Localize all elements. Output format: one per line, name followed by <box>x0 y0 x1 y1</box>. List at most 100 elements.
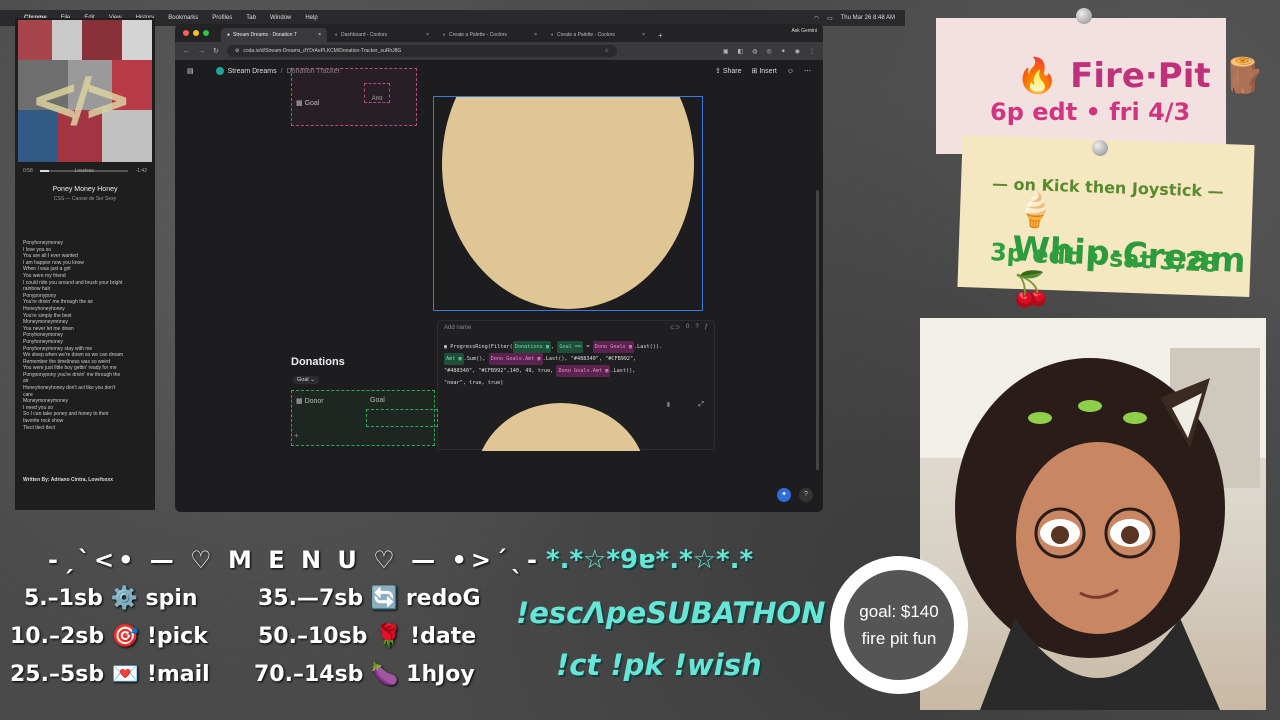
share-label: Share <box>722 68 742 75</box>
tab-label: Stream Dreams · Donation T <box>233 32 297 38</box>
menu-bookmarks[interactable]: Bookmarks <box>168 15 198 21</box>
formula-text: .Last(), "#488340", "#CFB992", <box>542 356 637 362</box>
url-bar[interactable]: ⚙ coda.io/d/Stream-Dreams_dYDrAePLKCM/Do… <box>226 45 617 57</box>
new-tab-button[interactable]: + <box>653 28 668 42</box>
url-text: coda.io/d/Stream-Dreams_dYDrAePLKCM/Dona… <box>243 48 402 54</box>
window-controls <box>183 30 209 36</box>
lyric-line: Ponyponypony you're drivin' me through t… <box>23 371 121 378</box>
help-button[interactable]: ? <box>799 488 813 502</box>
tab-dashboard-coolors[interactable]: ◐ Dashboard - Coolors × <box>329 28 435 42</box>
formula-text: = <box>583 344 593 350</box>
expand-icon[interactable]: ⤢ <box>698 401 704 409</box>
song-artist: CSS — Cansei de Ser Sexy <box>53 196 117 202</box>
lyric-line: When I was just a girl <box>23 266 71 273</box>
share-button[interactable]: ⇪ Share <box>715 67 742 75</box>
scroll-handle-icon[interactable]: ▮ <box>667 401 670 408</box>
menu-tab[interactable]: Tab <box>246 15 256 21</box>
donations-card-layout[interactable]: ▦ Donor Goal + <box>291 390 438 446</box>
site-info-icon[interactable]: ⚙ <box>235 48 239 54</box>
forward-icon[interactable]: → <box>198 48 205 55</box>
preview-ring <box>476 403 646 451</box>
reload-icon[interactable]: ↻ <box>213 47 219 55</box>
lyric-line: Ponyhoneymoney <box>23 338 64 345</box>
sidebar-toggle-icon[interactable]: ▤ <box>187 67 194 75</box>
album-art: </> <box>18 20 152 162</box>
lyric-line: I am happier now you know <box>23 259 84 266</box>
extension-icons: ▣ ◧ ◍ ◎ ✦ ◉ ⋮ <box>723 48 815 55</box>
formula-editor[interactable]: Add name ⊂⊃ 0 ? ƒ ▣ ProgressRing(Filter(… <box>437 320 715 451</box>
menu-item: 10.–2sb 🎯 !pick <box>10 624 208 649</box>
column-chip[interactable]: Amt ▦ <box>444 353 464 365</box>
column-chip[interactable]: Goal ══ <box>557 341 584 353</box>
zoom-window-button[interactable] <box>203 30 209 36</box>
ref-count: 0 <box>685 324 690 330</box>
help-icon[interactable]: ? <box>695 324 698 331</box>
tab-label: Create a Palette - Coolors <box>557 32 615 38</box>
lyric-line: Moneymoneymoney <box>23 398 69 405</box>
lyric-line: Ponyponypony <box>23 292 57 299</box>
profile-icon[interactable]: ◉ <box>795 48 800 55</box>
battery-icon[interactable]: ▭ <box>827 15 833 22</box>
goal-cell[interactable] <box>366 409 438 427</box>
close-window-button[interactable] <box>183 30 189 36</box>
emoji-icon[interactable]: ☺ <box>787 68 794 75</box>
goal-filter-chip[interactable]: Goal ⌄ <box>293 376 319 384</box>
column-chip[interactable]: Dono Goals.Amt ▦ <box>556 365 611 377</box>
doc-title[interactable]: Stream Dreams <box>228 68 277 75</box>
lyric-line: So I can take poney and honey to their <box>23 411 109 418</box>
close-icon[interactable]: × <box>318 32 321 38</box>
browser-toolbar: ← → ↻ ⚙ coda.io/d/Stream-Dreams_dYDrAePL… <box>175 42 823 60</box>
extension-icon[interactable]: ◍ <box>752 48 757 55</box>
band-logo: </> <box>30 65 133 135</box>
link-icon[interactable]: ⊂⊃ <box>670 324 680 331</box>
add-row-icon[interactable]: + <box>294 431 299 440</box>
lyric-line: I need you so <box>23 404 54 411</box>
puzzle-icon[interactable]: ✦ <box>781 48 786 55</box>
lyric-line: You were my friend <box>23 272 66 279</box>
kebab-menu-icon[interactable]: ⋮ <box>809 48 815 55</box>
extension-icon[interactable]: ◧ <box>738 48 744 55</box>
progress-ring-canvas[interactable] <box>433 96 703 311</box>
donor-label: Donor <box>304 398 324 405</box>
lyric-line: You're simply the best <box>23 312 72 319</box>
goal-description: fire pit fun <box>861 629 937 648</box>
lyric-line: You were just little boy gettin' ready f… <box>23 365 117 372</box>
table-chip[interactable]: Dono Goals ▦ <box>592 341 635 353</box>
tab-create-palette-1[interactable]: ◐ Create a Palette - Coolors × <box>437 28 543 42</box>
table-chip[interactable]: Donations ▦ <box>512 341 552 353</box>
formula-text: .Last(), <box>610 368 636 374</box>
menu-item: 5.–1sb ⚙️ spin <box>24 586 198 611</box>
tab-stream-dreams[interactable]: ● Stream Dreams · Donation T × <box>221 28 327 42</box>
close-icon[interactable]: × <box>642 32 645 38</box>
bookmark-star-icon[interactable]: ☆ <box>604 48 608 54</box>
lyric-line: We sleep when we're down so we can dream <box>23 352 124 359</box>
formula-name-input[interactable]: Add name <box>444 325 471 331</box>
extension-icon[interactable]: ◎ <box>766 48 771 55</box>
menu-profiles[interactable]: Profiles <box>212 15 232 21</box>
formula-code[interactable]: ▣ ProgressRing(Filter(Donations ▦, Goal … <box>444 341 708 389</box>
ask-gemini-button[interactable]: Ask Gemini <box>791 28 817 34</box>
lyrics-block: Ponyhoneymoney I love you so You are all I… <box>23 240 151 431</box>
minimize-window-button[interactable] <box>193 30 199 36</box>
extension-icon[interactable]: ▣ <box>723 48 729 55</box>
amt-field[interactable]: Amt <box>364 83 390 103</box>
menu-window[interactable]: Window <box>270 15 291 21</box>
formula-text: "near", true, true) <box>444 380 504 386</box>
menubar-clock[interactable]: Thu Mar 26 8:48 AM <box>841 15 895 21</box>
tab-label: Create a Palette - Coolors <box>449 32 507 38</box>
more-icon[interactable]: ⋯ <box>804 67 811 75</box>
insert-button[interactable]: ⊞ Insert <box>752 67 777 75</box>
goal-card-layout[interactable]: ▦ Goal Amt <box>291 68 417 126</box>
coolors-icon: ◐ <box>335 32 339 38</box>
wifi-icon[interactable]: ◠ <box>814 15 819 22</box>
column-chip[interactable]: Dono Goals.Amt ▦ <box>488 353 543 365</box>
lyric-line: Ponyhoneymoney stay with me <box>23 345 93 352</box>
close-icon[interactable]: × <box>426 32 429 38</box>
tab-create-palette-2[interactable]: ◐ Create a Palette - Coolors × <box>545 28 651 42</box>
back-icon[interactable]: ← <box>183 48 190 55</box>
page-scrollbar[interactable] <box>816 190 819 470</box>
close-icon[interactable]: × <box>534 32 537 38</box>
ai-assist-button[interactable]: ✦ <box>777 488 791 502</box>
menu-help[interactable]: Help <box>305 15 317 21</box>
formula-toggle-icon[interactable]: ƒ <box>705 324 708 331</box>
